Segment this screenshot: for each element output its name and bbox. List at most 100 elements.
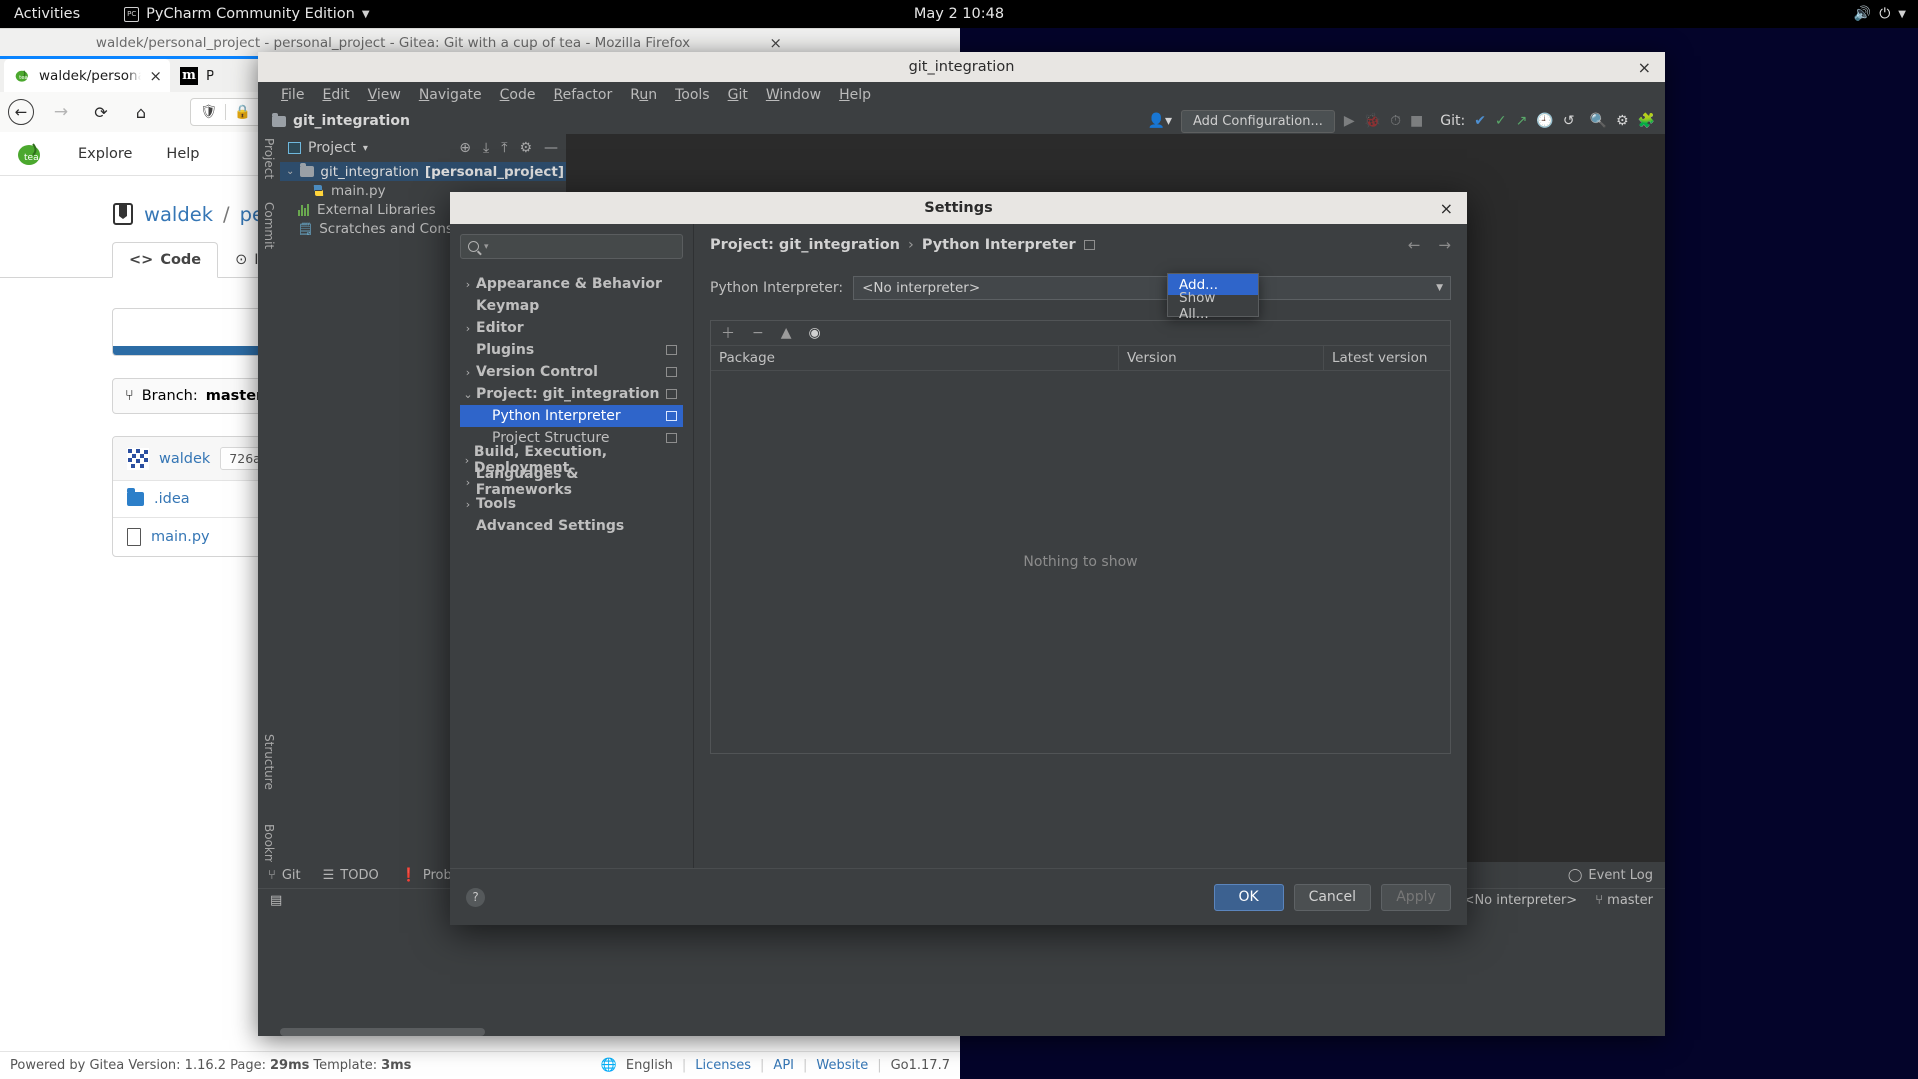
chevron-down-icon[interactable]: ⌄	[286, 166, 294, 177]
upgrade-icon[interactable]: ▲	[781, 325, 792, 341]
close-icon[interactable]: ×	[1440, 199, 1453, 218]
website-link[interactable]: Website	[816, 1058, 868, 1073]
reload-icon[interactable]: ⟳	[88, 99, 114, 125]
sidebar-item-structure[interactable]: Structure	[262, 734, 276, 790]
settings-item-editor[interactable]: › Editor	[460, 317, 683, 339]
sidebar-item-commit[interactable]: Commit	[262, 202, 276, 249]
menu-view[interactable]: View	[359, 85, 410, 105]
forward-arrow-icon[interactable]: →	[48, 99, 74, 125]
add-icon[interactable]: ＋	[721, 323, 735, 343]
chevron-down-icon[interactable]: ⌄	[460, 388, 476, 401]
settings-item-appearance[interactable]: › Appearance & Behavior	[460, 273, 683, 295]
api-link[interactable]: API	[773, 1058, 794, 1073]
home-icon[interactable]: ⌂	[128, 99, 154, 125]
account-icon[interactable]: 👤▾	[1148, 113, 1172, 129]
git-push-icon[interactable]: ↗	[1516, 113, 1528, 129]
gitea-nav-help[interactable]: Help	[166, 146, 199, 162]
file-link[interactable]: main.py	[151, 529, 210, 545]
status-interpreter[interactable]: <No interpreter>	[1464, 893, 1578, 908]
menu-git[interactable]: Git	[719, 85, 757, 105]
plugin-icon[interactable]: 🧩	[1638, 113, 1655, 129]
clock[interactable]: May 2 10:48	[914, 6, 1004, 22]
horizontal-scrollbar[interactable]	[280, 1028, 544, 1036]
menu-window[interactable]: Window	[757, 85, 830, 105]
git-commit-icon[interactable]: ✓	[1495, 113, 1507, 129]
stop-icon[interactable]: ■	[1410, 113, 1423, 129]
system-tray[interactable]: 🔊 ⏻ ▼	[1854, 6, 1906, 22]
git-rollback-icon[interactable]: ↺	[1563, 113, 1575, 129]
tree-item-project-root[interactable]: ⌄ git_integration [personal_project] ~/P…	[280, 162, 639, 181]
search-icon[interactable]: 🔍	[1590, 113, 1607, 129]
event-log-button[interactable]: ◯ Event Log	[1568, 868, 1653, 883]
licenses-link[interactable]: Licenses	[695, 1058, 751, 1073]
menu-code[interactable]: Code	[491, 85, 545, 105]
chevron-down-icon[interactable]: ▾	[363, 143, 368, 154]
close-icon[interactable]: ×	[769, 34, 782, 52]
language-label[interactable]: English	[626, 1058, 673, 1073]
bottom-tool-git[interactable]: ⑂ Git	[268, 868, 301, 883]
active-app-menu[interactable]: PC PyCharm Community Edition ▼	[124, 6, 370, 22]
close-icon[interactable]: ×	[149, 67, 162, 85]
profile-icon[interactable]: ⏱	[1390, 113, 1401, 129]
breadcrumb-project[interactable]: Project: git_integration	[710, 237, 900, 253]
chevron-right-icon[interactable]: ›	[460, 366, 476, 379]
commit-author-link[interactable]: waldek	[159, 451, 210, 467]
project-breadcrumb[interactable]: git_integration	[293, 113, 410, 129]
menu-navigate[interactable]: Navigate	[410, 85, 491, 105]
gitea-nav-explore[interactable]: Explore	[78, 146, 132, 162]
apply-button[interactable]: Apply	[1381, 883, 1451, 911]
git-update-icon[interactable]: ✔	[1474, 113, 1486, 129]
expand-all-icon[interactable]: ⤓	[483, 140, 489, 156]
back-arrow-icon[interactable]: ←	[8, 99, 34, 125]
gear-icon[interactable]: ⚙	[1616, 113, 1629, 129]
column-header-version[interactable]: Version	[1119, 346, 1324, 370]
bottom-tool-todo[interactable]: ☰ TODO	[323, 868, 379, 883]
settings-item-version-control[interactable]: › Version Control	[460, 361, 683, 383]
help-icon[interactable]: ?	[466, 887, 485, 907]
menu-refactor[interactable]: Refactor	[544, 85, 621, 105]
column-header-latest-version[interactable]: Latest version	[1324, 346, 1450, 370]
minimize-icon[interactable]: —	[544, 140, 558, 156]
close-icon[interactable]: ×	[1638, 58, 1651, 77]
menu-tools[interactable]: Tools	[666, 85, 719, 105]
ok-button[interactable]: OK	[1213, 883, 1284, 911]
settings-item-keymap[interactable]: Keymap	[460, 295, 683, 317]
tab-code[interactable]: <> Code	[112, 242, 219, 278]
menu-help[interactable]: Help	[830, 85, 880, 105]
settings-item-advanced-settings[interactable]: Advanced Settings	[460, 515, 683, 537]
arrow-left-icon[interactable]: ←	[1408, 236, 1421, 254]
settings-item-python-interpreter[interactable]: Python Interpreter	[460, 405, 683, 427]
gear-icon[interactable]: ⚙	[519, 140, 532, 156]
run-icon[interactable]: ▶	[1344, 113, 1355, 129]
show-early-releases-icon[interactable]: ◉	[809, 325, 821, 341]
chevron-right-icon[interactable]: ›	[460, 498, 476, 511]
chevron-right-icon[interactable]: ›	[460, 454, 474, 467]
settings-search-input[interactable]: ▾	[460, 234, 683, 259]
remove-icon[interactable]: −	[752, 325, 764, 341]
git-history-icon[interactable]: 🕘	[1536, 113, 1553, 129]
python-interpreter-select[interactable]: <No interpreter> ▼	[853, 276, 1451, 300]
menu-edit[interactable]: Edit	[313, 85, 358, 105]
collapse-all-icon[interactable]: ⤒	[501, 140, 507, 156]
settings-item-languages-frameworks[interactable]: › Languages & Frameworks	[460, 466, 683, 498]
repo-owner-link[interactable]: waldek	[144, 203, 213, 226]
column-header-package[interactable]: Package	[711, 346, 1119, 370]
activities-button[interactable]: Activities	[14, 6, 80, 22]
status-branch[interactable]: ⑂ master	[1595, 893, 1653, 908]
sidebar-item-project[interactable]: Project	[262, 138, 276, 179]
browser-tab-gitea[interactable]: tea waldek/personal_project ×	[4, 59, 170, 92]
debug-icon[interactable]: 🐞	[1364, 113, 1381, 129]
menu-file[interactable]: File	[272, 85, 313, 105]
menu-run[interactable]: Run	[621, 85, 666, 105]
menu-item-show-all[interactable]: Show All...	[1168, 290, 1258, 322]
settings-item-project[interactable]: ⌄ Project: git_integration	[460, 383, 683, 405]
chevron-right-icon[interactable]: ›	[460, 278, 476, 291]
layout-icon[interactable]: ▤	[270, 893, 282, 908]
add-configuration-button[interactable]: Add Configuration...	[1180, 109, 1335, 133]
chevron-right-icon[interactable]: ›	[460, 322, 476, 335]
locate-icon[interactable]: ⊕	[459, 140, 471, 156]
chevron-right-icon[interactable]: ›	[460, 476, 476, 489]
arrow-right-icon[interactable]: →	[1438, 236, 1451, 254]
settings-item-plugins[interactable]: Plugins	[460, 339, 683, 361]
file-link[interactable]: .idea	[154, 491, 190, 507]
